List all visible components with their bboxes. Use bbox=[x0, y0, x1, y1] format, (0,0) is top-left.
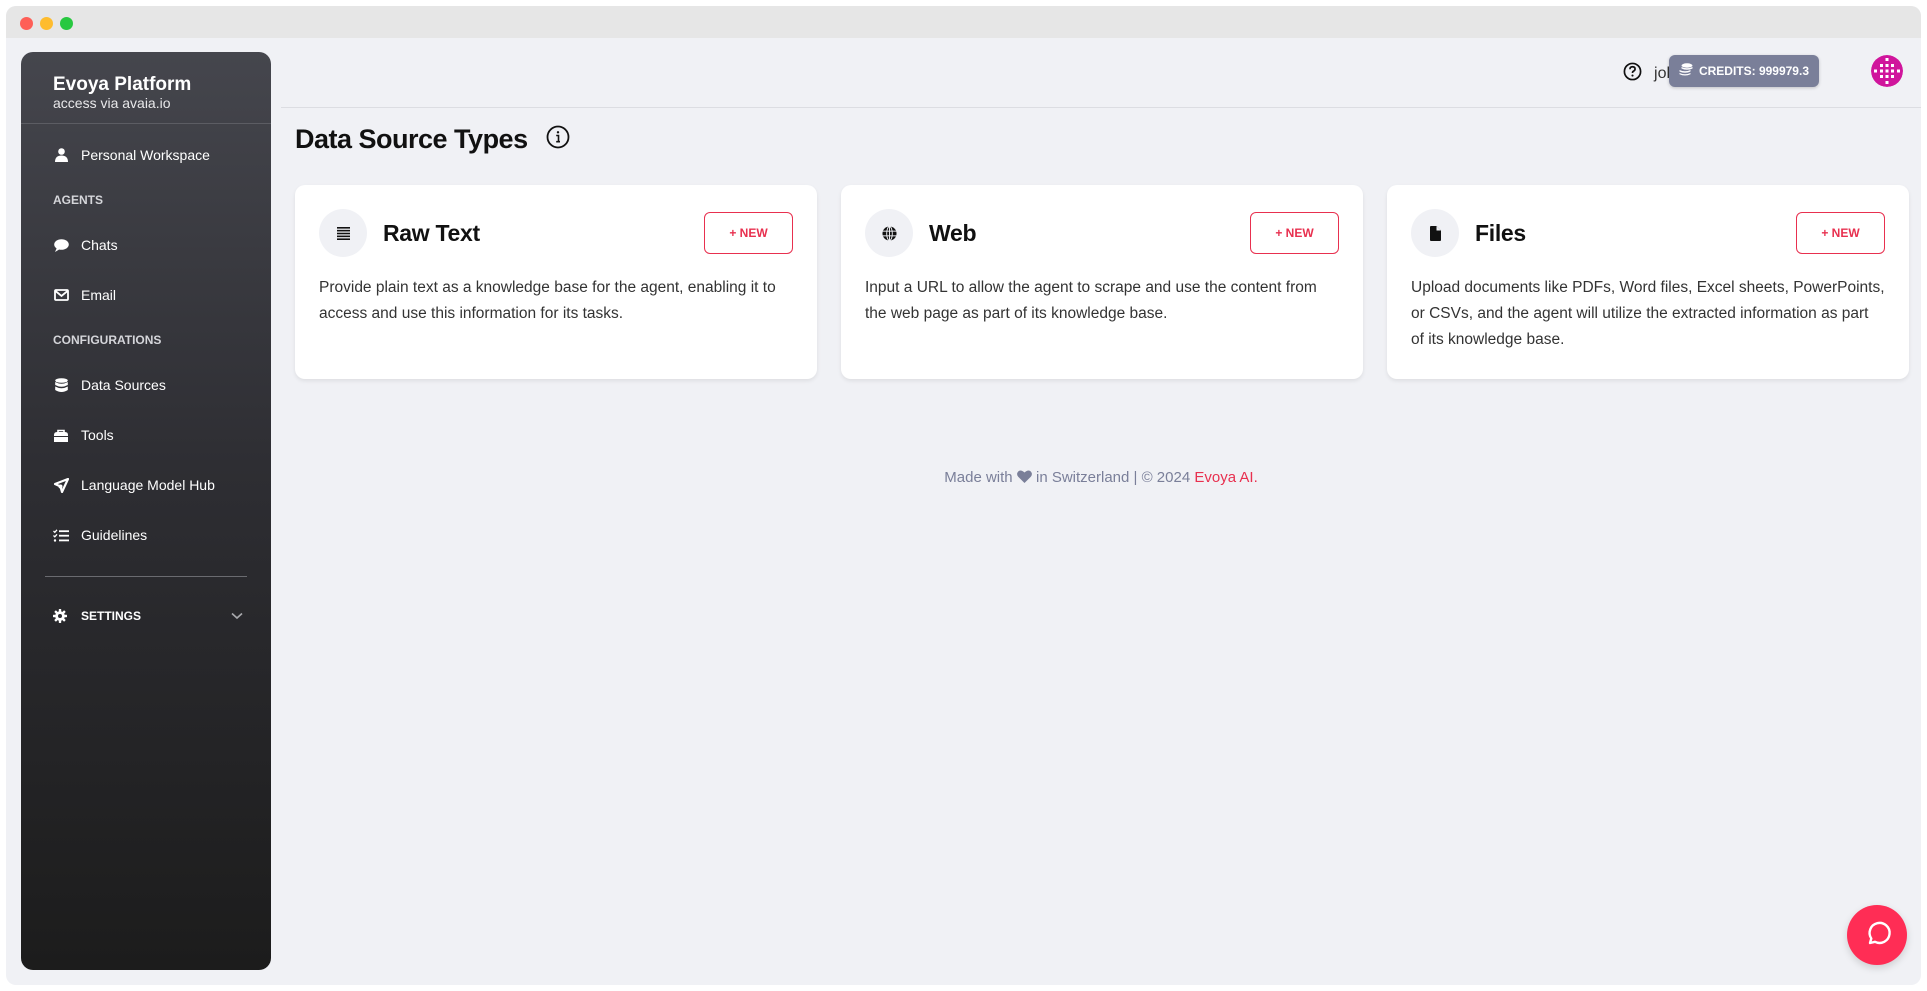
new-raw-text-button[interactable]: + NEW bbox=[704, 212, 793, 254]
toolbox-icon bbox=[53, 427, 69, 443]
database-icon bbox=[53, 377, 69, 393]
globe-icon bbox=[865, 209, 913, 257]
sidebar-item-label: Language Model Hub bbox=[81, 477, 215, 493]
sidebar-item-label: Tools bbox=[81, 427, 114, 443]
close-window-button[interactable] bbox=[20, 17, 33, 30]
sidebar-item-label: Chats bbox=[81, 237, 118, 253]
data-source-types: Raw Text + NEW Provide plain text as a k… bbox=[295, 185, 1909, 379]
chevron-down-icon bbox=[231, 609, 243, 623]
info-icon[interactable] bbox=[546, 125, 570, 154]
envelope-icon bbox=[53, 287, 69, 303]
coins-icon bbox=[1679, 63, 1693, 79]
lines-icon bbox=[319, 209, 367, 257]
avatar[interactable] bbox=[1871, 55, 1903, 87]
brand: Evoya Platform access via avaia.io bbox=[21, 52, 271, 124]
chat-support-button[interactable] bbox=[1847, 905, 1907, 965]
footer-middle: in Switzerland | © 2024 bbox=[1035, 469, 1191, 486]
new-web-button[interactable]: + NEW bbox=[1250, 212, 1339, 254]
sidebar-item-guidelines[interactable]: Guidelines bbox=[21, 510, 271, 560]
network-icon bbox=[53, 477, 69, 493]
brand-title: Evoya Platform bbox=[53, 74, 192, 95]
card-web: Web + NEW Input a URL to allow the agent… bbox=[841, 185, 1363, 379]
credits-value: CREDITS: 999979.3 bbox=[1698, 64, 1809, 78]
heart-icon bbox=[1016, 469, 1032, 486]
title-bar bbox=[6, 6, 1921, 38]
sidebar-item-language-model-hub[interactable]: Language Model Hub bbox=[21, 460, 271, 510]
maximize-window-button[interactable] bbox=[60, 17, 73, 30]
chat-icon bbox=[1862, 918, 1892, 953]
sidebar-item-label: Guidelines bbox=[81, 527, 148, 543]
card-title: Files bbox=[1475, 219, 1526, 246]
sidebar: Evoya Platform access via avaia.io Perso… bbox=[21, 52, 271, 970]
page-title: Data Source Types bbox=[295, 124, 528, 154]
section-configurations: CONFIGURATIONS bbox=[53, 333, 162, 347]
minimize-window-button[interactable] bbox=[40, 17, 53, 30]
settings-label: SETTINGS bbox=[81, 609, 142, 623]
sidebar-item-email[interactable]: Email bbox=[21, 270, 271, 320]
footer-suffix: . bbox=[1253, 469, 1258, 486]
card-files: Files + NEW Upload documents like PDFs, … bbox=[1387, 185, 1909, 379]
card-title: Web bbox=[929, 219, 977, 246]
sidebar-settings-toggle[interactable]: SETTINGS bbox=[21, 591, 271, 641]
footer: Made with in Switzerland | © 2024 Evoya … bbox=[281, 469, 1921, 486]
credits-badge[interactable]: CREDITS: 999979.3 bbox=[1668, 55, 1819, 87]
sidebar-divider bbox=[45, 576, 247, 577]
card-description: Input a URL to allow the agent to scrape… bbox=[865, 279, 1317, 322]
top-bar: johndoe CREDITS: 999979.3 bbox=[281, 38, 1921, 108]
card-description: Provide plain text as a knowledge base f… bbox=[319, 279, 776, 322]
sidebar-item-label: Personal Workspace bbox=[81, 147, 210, 163]
sidebar-item-personal-workspace[interactable]: Personal Workspace bbox=[21, 130, 271, 180]
user-icon bbox=[53, 147, 69, 163]
file-icon bbox=[1411, 209, 1459, 257]
new-files-button[interactable]: + NEW bbox=[1796, 212, 1885, 254]
card-title: Raw Text bbox=[383, 219, 480, 246]
sidebar-item-chats[interactable]: Chats bbox=[21, 220, 271, 270]
section-agents: AGENTS bbox=[53, 193, 104, 207]
brand-subtitle: access via avaia.io bbox=[53, 95, 171, 111]
chat-bubble-icon bbox=[53, 237, 69, 253]
card-raw-text: Raw Text + NEW Provide plain text as a k… bbox=[295, 185, 817, 379]
evoya-ai-link[interactable]: Evoya AI bbox=[1194, 469, 1253, 486]
sidebar-item-label: Email bbox=[81, 287, 117, 303]
sidebar-item-data-sources[interactable]: Data Sources bbox=[21, 360, 271, 410]
gear-icon bbox=[53, 609, 69, 623]
sidebar-item-label: Data Sources bbox=[81, 377, 166, 393]
page-header: Data Source Types bbox=[295, 124, 570, 155]
card-description: Upload documents like PDFs, Word files, … bbox=[1411, 279, 1885, 348]
app-window: Evoya Platform access via avaia.io Perso… bbox=[6, 6, 1921, 985]
sidebar-item-tools[interactable]: Tools bbox=[21, 410, 271, 460]
help-icon[interactable] bbox=[1623, 62, 1642, 86]
footer-prefix: Made with bbox=[944, 469, 1013, 486]
checklist-icon bbox=[53, 527, 69, 543]
